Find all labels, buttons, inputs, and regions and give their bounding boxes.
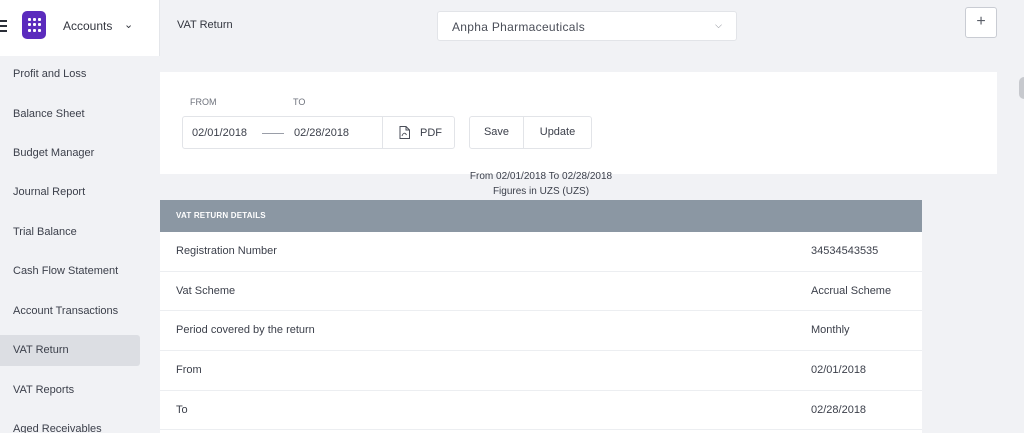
- sidebar-item-profit-and-loss[interactable]: Profit and Loss: [0, 59, 140, 90]
- table-row: Registration Number 34534543535: [160, 232, 922, 272]
- filter-panel: FROM TO 02/01/2018 02/28/2018 PDF Save U…: [160, 72, 997, 174]
- row-value: 34534543535: [811, 245, 879, 257]
- page-title: VAT Return: [177, 19, 233, 31]
- app-switcher-label[interactable]: Accounts: [63, 19, 112, 33]
- brand-area: Accounts ⌄: [0, 0, 160, 56]
- company-select[interactable]: Anpha Pharmaceuticals ⌵: [437, 11, 737, 41]
- sidebar-item-cash-flow-statement[interactable]: Cash Flow Statement: [0, 256, 140, 287]
- report-period: From 02/01/2018 To 02/28/2018: [469, 171, 613, 182]
- sidebar-item-journal-report[interactable]: Journal Report: [0, 177, 140, 208]
- top-bar: Accounts ⌄ VAT Return Anpha Pharmaceutic…: [0, 0, 1024, 56]
- table-row: Vat Scheme Accrual Scheme: [160, 272, 922, 312]
- sidebar: Profit and Loss Balance Sheet Budget Man…: [0, 56, 160, 433]
- pdf-button[interactable]: PDF: [382, 117, 455, 148]
- sidebar-item-aged-receivables[interactable]: Aged Receivables: [0, 414, 140, 433]
- chevron-down-icon[interactable]: ⌄: [124, 18, 133, 31]
- row-value: 02/28/2018: [811, 403, 867, 416]
- company-select-value: Anpha Pharmaceuticals: [452, 20, 586, 34]
- pdf-label: PDF: [420, 127, 442, 139]
- section-header: VAT RETURN DETAILS: [160, 200, 922, 232]
- app-grid-logo[interactable]: [22, 11, 46, 39]
- plus-icon: +: [976, 13, 986, 30]
- row-label: To: [176, 403, 188, 416]
- sidebar-item-vat-return[interactable]: VAT Return: [0, 335, 140, 366]
- update-button[interactable]: Update: [523, 117, 591, 148]
- to-date-input[interactable]: 02/28/2018: [294, 127, 349, 139]
- hamburger-icon[interactable]: [0, 20, 8, 34]
- date-range-picker: 02/01/2018 02/28/2018 PDF: [182, 116, 455, 149]
- sidebar-item-budget-manager[interactable]: Budget Manager: [0, 138, 140, 169]
- from-date-input[interactable]: 02/01/2018: [192, 127, 247, 139]
- table-row: From 02/01/2018: [160, 351, 922, 391]
- save-button[interactable]: Save: [470, 117, 523, 148]
- to-label: TO: [293, 97, 306, 107]
- table-row: To 02/28/2018: [160, 391, 922, 431]
- row-label: Vat Scheme: [176, 284, 236, 297]
- sidebar-item-trial-balance[interactable]: Trial Balance: [0, 217, 140, 248]
- sidebar-item-vat-reports[interactable]: VAT Reports: [0, 375, 140, 406]
- sidebar-item-balance-sheet[interactable]: Balance Sheet: [0, 99, 140, 130]
- report-currency: Figures in UZS (UZS): [492, 186, 590, 197]
- file-pdf-icon: [399, 126, 410, 139]
- chevron-down-icon: ⌵: [715, 20, 722, 30]
- vat-return-details: VAT RETURN DETAILS Registration Number 3…: [160, 200, 922, 433]
- row-value: Monthly: [811, 324, 850, 337]
- action-buttons: Save Update: [469, 116, 592, 149]
- table-row: Period covered by the return Monthly: [160, 311, 922, 352]
- add-button[interactable]: +: [965, 7, 997, 38]
- scrollbar-thumb[interactable]: [1019, 77, 1024, 99]
- from-label: FROM: [190, 97, 217, 107]
- sidebar-item-account-transactions[interactable]: Account Transactions: [0, 296, 140, 327]
- row-label: Period covered by the return: [176, 324, 315, 337]
- row-value: 02/01/2018: [811, 364, 867, 377]
- date-range-separator: [262, 133, 284, 134]
- row-label: Registration Number: [176, 245, 277, 257]
- row-value: Accrual Scheme: [811, 284, 892, 297]
- row-label: From: [176, 364, 202, 377]
